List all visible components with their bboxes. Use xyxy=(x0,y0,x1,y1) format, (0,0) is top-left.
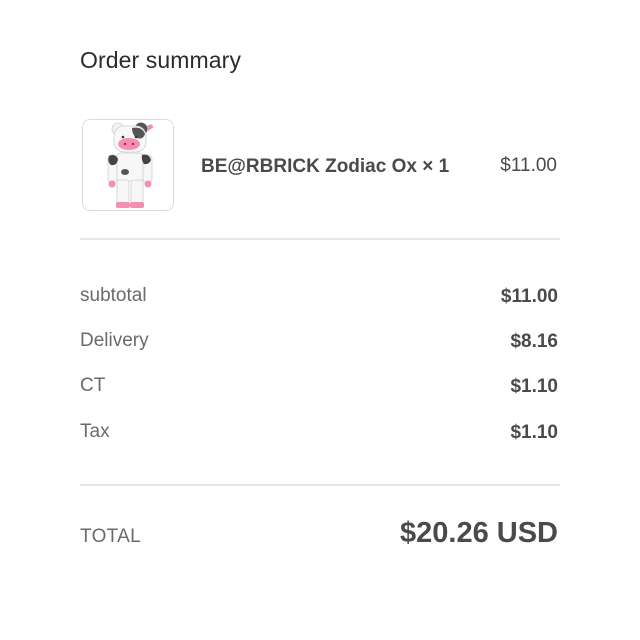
summary-line-label: subtotal xyxy=(80,285,147,306)
summary-line-delivery: Delivery $8.16 xyxy=(80,330,558,356)
summary-line-tax: Tax $1.10 xyxy=(80,421,558,447)
product-name: BE@RBRICK Zodiac Ox × 1 xyxy=(201,156,450,177)
summary-line-value: $1.10 xyxy=(510,376,558,397)
divider xyxy=(80,484,560,486)
summary-line-value: $8.16 xyxy=(510,331,558,352)
product-price: $11.00 xyxy=(500,155,557,176)
summary-line-ct: CT $1.10 xyxy=(80,375,558,401)
summary-line-value: $11.00 xyxy=(500,286,558,307)
total-label: TOTAL xyxy=(80,526,141,547)
page-title: Order summary xyxy=(80,47,242,73)
summary-line-label: Tax xyxy=(80,421,110,442)
summary-line-label: Delivery xyxy=(80,330,149,351)
total-value: $20.26 USD xyxy=(400,517,558,549)
summary-line-label: CT xyxy=(80,375,106,396)
summary-line-value: $1.10 xyxy=(510,422,558,443)
bearbrick-ox-figure-icon xyxy=(107,122,153,208)
summary-line-subtotal: subtotal $11.00 xyxy=(80,285,558,311)
product-thumbnail xyxy=(82,119,174,211)
line-item: BE@RBRICK Zodiac Ox × 1 $11.00 xyxy=(80,119,560,215)
divider xyxy=(80,238,560,240)
